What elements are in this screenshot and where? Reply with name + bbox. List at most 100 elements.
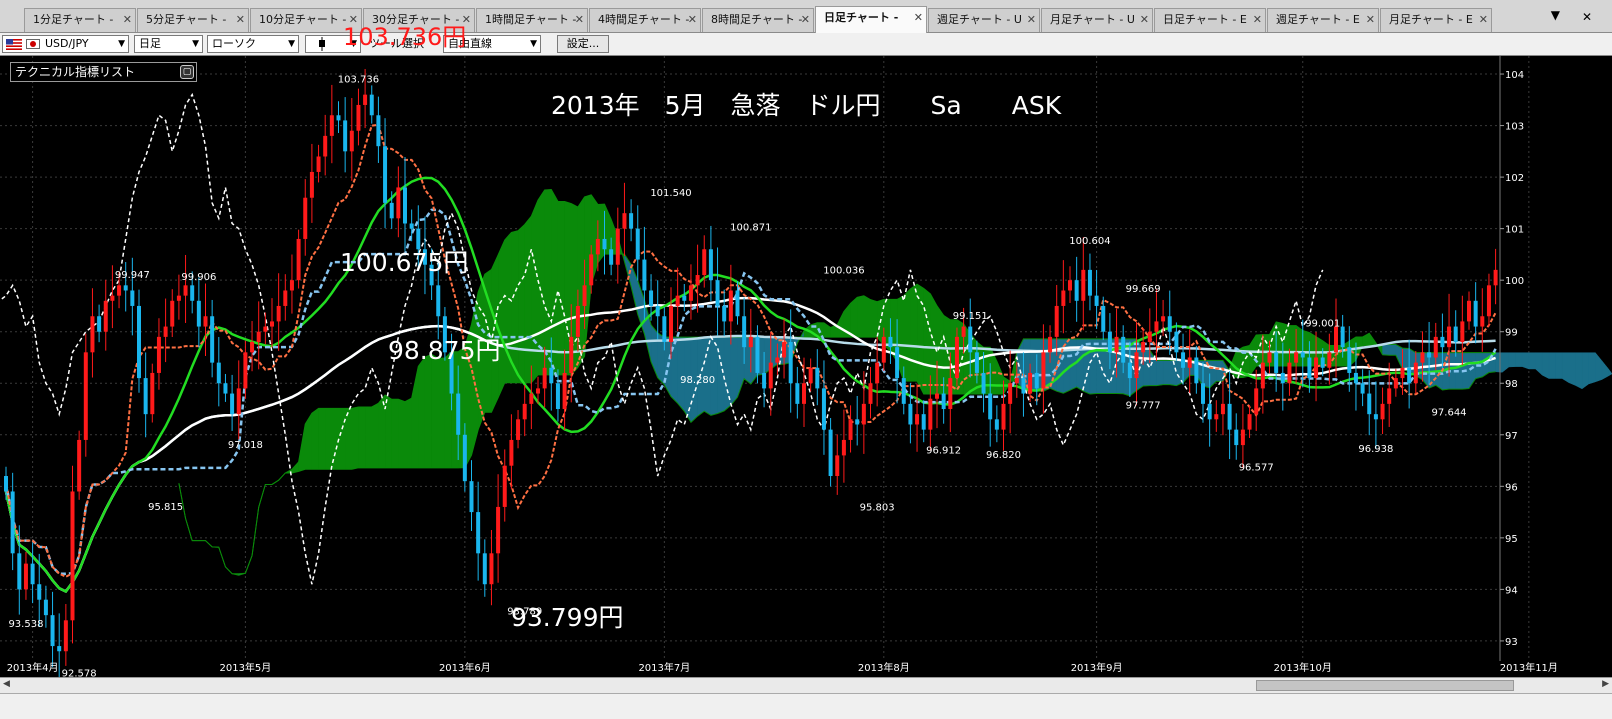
tab-close-icon[interactable]: ✕ [575, 9, 584, 31]
candle-body [1447, 326, 1452, 348]
candle-body [1234, 429, 1239, 446]
cloud-segment [324, 408, 333, 470]
candle-body [276, 305, 281, 322]
candle [708, 225, 713, 302]
tab-close-icon[interactable]: ✕ [1027, 9, 1036, 31]
price-label: 99.947 [115, 270, 150, 281]
candle-body [635, 228, 640, 260]
horizontal-scrollbar[interactable]: ◀ ▶ [0, 677, 1612, 693]
tab-close-icon[interactable]: ✕ [688, 9, 697, 31]
technical-indicator-panel[interactable]: テクニカル指標リスト ▢ [10, 62, 197, 82]
candle-body [1267, 352, 1272, 363]
scroll-thumb[interactable] [1256, 680, 1514, 691]
tab-close-icon[interactable]: ✕ [1366, 9, 1375, 31]
tab-9[interactable]: 月足チャート - U ✕ [1041, 8, 1153, 32]
candle [289, 254, 294, 314]
tab-close-icon[interactable]: ✕ [1479, 9, 1488, 31]
candle [356, 88, 361, 146]
tab-11[interactable]: 週足チャート - E ✕ [1267, 8, 1379, 32]
candle [1234, 413, 1239, 460]
candle [1081, 237, 1086, 331]
candle-body [841, 439, 846, 456]
cloud-segment [1162, 360, 1170, 385]
price-chart[interactable]: 103.736 99.947 99.906 97.018 95.815 93.538 92.… [0, 56, 1612, 677]
candle [489, 529, 494, 606]
candle [1087, 253, 1092, 311]
candle [728, 264, 733, 345]
candle [1074, 256, 1079, 322]
scroll-right-icon[interactable]: ▶ [1602, 679, 1609, 689]
tab-0[interactable]: 1分足チャート - ✕ [24, 8, 136, 32]
candle-body [90, 316, 95, 353]
candle-body [502, 465, 507, 507]
tab-1[interactable]: 5分足チャート - ✕ [137, 8, 249, 32]
scroll-left-icon[interactable]: ◀ [3, 679, 10, 689]
tab-label: 1時間足チャート - [485, 13, 577, 26]
candle [323, 114, 328, 176]
candle-body [77, 439, 82, 492]
tab-4[interactable]: 1時間足チャート - ✕ [476, 8, 588, 32]
tab-8[interactable]: 週足チャート - U ✕ [928, 8, 1040, 32]
candle [994, 405, 999, 443]
candle-body [1467, 300, 1471, 322]
cloud-segment [557, 201, 565, 376]
cloud-segment [531, 199, 539, 384]
chart-style-select[interactable]: ローソク ▼ [207, 35, 299, 53]
candle-body [50, 615, 55, 647]
timeframe-select[interactable]: 日足 ▼ [134, 35, 203, 53]
candle-body [1094, 295, 1099, 306]
candle-body [1373, 414, 1378, 420]
settings-button[interactable]: 設定... [557, 35, 609, 53]
tab-12[interactable]: 月足チャート - E ✕ [1380, 8, 1492, 32]
cloud-segment [311, 407, 319, 470]
candle-body [1367, 393, 1372, 415]
minimize-icon[interactable]: ▼ [1551, 8, 1560, 22]
panel-toggle-icon[interactable]: ▢ [180, 65, 194, 79]
candle-body [63, 620, 68, 652]
tab-close-icon[interactable]: ✕ [801, 9, 810, 31]
candle-body [1214, 414, 1219, 420]
price-tick-label: 100 [1505, 276, 1524, 287]
tab-label: 4時間足チャート - [598, 13, 690, 26]
tab-7[interactable]: 日足チャート - ✕ [815, 6, 927, 33]
tab-6[interactable]: 8時間足チャート - ✕ [702, 8, 814, 32]
tab-close-icon[interactable]: ✕ [123, 9, 132, 31]
candle-body [555, 383, 560, 410]
candle-body [17, 553, 22, 590]
annotation-low: 93.799円 [511, 603, 624, 632]
candle [1367, 370, 1372, 436]
candle-body [715, 280, 720, 306]
candle [329, 84, 334, 164]
date-tick-label: 2013年4月 [7, 661, 59, 674]
tab-10[interactable]: 日足チャート - E ✕ [1154, 8, 1266, 32]
tab-label: 月足チャート - E [1389, 13, 1473, 26]
cloud-segment [1495, 352, 1503, 373]
candle-body [1167, 316, 1172, 332]
candle-body [762, 372, 767, 389]
candle-body [1340, 326, 1345, 348]
tab-5[interactable]: 4時間足チャート - ✕ [589, 8, 701, 32]
candle-body [1314, 357, 1319, 379]
us-flag-icon [6, 39, 22, 50]
tab-close-icon[interactable]: ✕ [1140, 9, 1149, 31]
price-label: 95.803 [860, 502, 895, 513]
candle [921, 400, 926, 443]
tab-close-icon[interactable]: ✕ [914, 7, 923, 29]
symbol-select[interactable]: USD/JPY ▼ [2, 35, 129, 53]
chevron-down-icon: ▼ [118, 39, 125, 49]
candle-body [296, 238, 301, 281]
candle-body [1453, 326, 1458, 343]
jp-flag-icon [26, 39, 40, 49]
date-tick-label: 2013年7月 [638, 661, 690, 674]
cloud-segment [544, 189, 552, 376]
candle-body [695, 275, 700, 286]
tab-close-icon[interactable]: ✕ [1253, 9, 1262, 31]
candle [256, 301, 261, 370]
candle-body [941, 393, 946, 410]
candle-body [436, 285, 441, 317]
candle-body [974, 352, 979, 373]
tab-close-icon[interactable]: ✕ [236, 9, 245, 31]
close-window-icon[interactable]: ✕ [1582, 10, 1592, 24]
candle-body [775, 357, 780, 363]
kijun-line [4, 208, 1497, 575]
